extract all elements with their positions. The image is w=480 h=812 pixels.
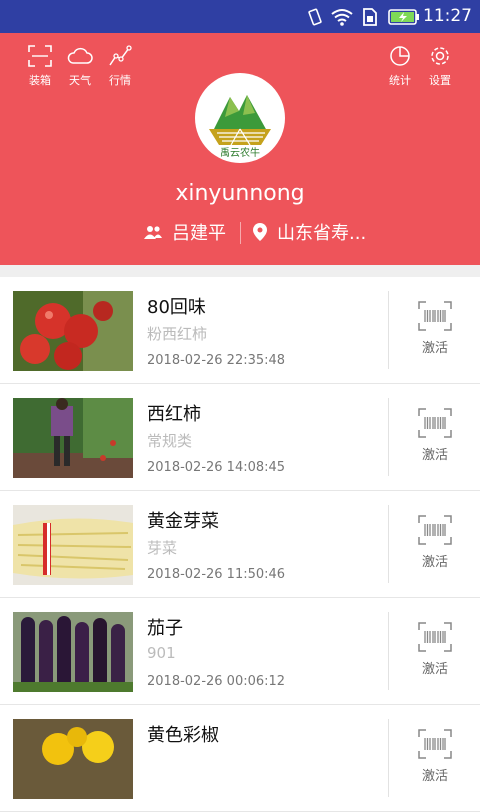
row-divider (388, 505, 389, 583)
scan-frame-icon (28, 45, 52, 67)
barcode-scan-icon (418, 729, 452, 759)
barcode-scan-icon (418, 408, 452, 438)
sim-icon (363, 8, 377, 26)
activate-label: 激活 (421, 448, 448, 463)
username: xinyunnong (175, 181, 305, 206)
activate-label: 激活 (421, 341, 448, 356)
location-pin-icon (253, 223, 267, 241)
meta-divider (240, 222, 241, 244)
weather-label: 天气 (69, 74, 91, 87)
gear-icon (431, 47, 449, 65)
company-logo: 禹云农牛 (195, 73, 285, 163)
pie-chart-icon (390, 46, 410, 66)
market-button[interactable]: 行情 (98, 45, 142, 88)
section-gap (0, 265, 480, 277)
row-divider (388, 612, 389, 690)
product-variety: 901 (147, 644, 176, 662)
trend-icon (109, 45, 132, 66)
product-image-tomato (13, 291, 133, 371)
activate-button[interactable]: 激活 (405, 622, 465, 677)
market-label: 行情 (109, 74, 131, 87)
barcode-scan-icon (418, 622, 452, 652)
activate-label: 激活 (421, 662, 448, 677)
product-name: 茄子 (147, 618, 183, 639)
clock: 11:27 (423, 6, 472, 26)
pack-label: 装箱 (29, 74, 51, 87)
location-text: 山东省寿... (277, 223, 367, 244)
product-name: 黄色彩椒 (147, 725, 219, 746)
owner-name: 吕建平 (172, 223, 226, 244)
product-image-greenhouse (13, 398, 133, 478)
location-info: 山东省寿... (253, 219, 366, 245)
product-image-yellow-pepper (13, 719, 133, 799)
activate-label: 激活 (421, 555, 448, 570)
activate-button[interactable]: 激活 (405, 515, 465, 570)
settings-label: 设置 (429, 74, 451, 87)
cloud-icon (67, 47, 93, 64)
vibrate-icon (308, 8, 322, 26)
barcode-scan-icon (418, 301, 452, 331)
row-divider (388, 398, 389, 476)
settings-button[interactable]: 设置 (418, 45, 462, 88)
people-icon (144, 226, 162, 239)
product-image-sprouts (13, 505, 133, 585)
product-date: 2018-02-26 11:50:46 (147, 567, 286, 582)
list-item[interactable]: 黄金芽菜 芽菜 2018-02-26 11:50:46 激活 (0, 491, 480, 598)
activate-button[interactable]: 激活 (405, 301, 465, 356)
activate-label: 激活 (421, 769, 448, 784)
list-item[interactable]: 黄色彩椒 激活 (0, 705, 480, 812)
row-divider (388, 291, 389, 369)
owner-info: 吕建平 (144, 219, 226, 245)
status-bar: 11:27 (0, 0, 480, 33)
list-item[interactable]: 80回味 粉西红柿 2018-02-26 22:35:48 激活 (0, 277, 480, 384)
logo-text: 禹云农牛 (220, 146, 260, 159)
battery-icon (388, 9, 419, 25)
product-name: 80回味 (147, 297, 206, 318)
weather-button[interactable]: 天气 (58, 45, 102, 88)
wifi-icon (331, 9, 353, 26)
product-name: 西红柿 (147, 404, 201, 425)
product-image-eggplant (13, 612, 133, 692)
product-variety: 常规类 (147, 432, 193, 450)
product-variety: 粉西红柿 (147, 325, 208, 343)
activate-button[interactable]: 激活 (405, 408, 465, 463)
pack-button[interactable]: 装箱 (18, 45, 62, 88)
barcode-scan-icon (418, 515, 452, 545)
product-date: 2018-02-26 22:35:48 (147, 353, 286, 368)
stats-button[interactable]: 统计 (378, 45, 422, 88)
product-list: 80回味 粉西红柿 2018-02-26 22:35:48 激活 西红柿 常规类… (0, 277, 480, 812)
profile-header: 装箱 天气 行情 统计 设置 禹云农牛 xinyunnong 吕建平 山东省寿.… (0, 33, 480, 265)
product-name: 黄金芽菜 (147, 511, 219, 532)
stats-label: 统计 (389, 74, 411, 87)
product-variety: 芽菜 (147, 539, 178, 557)
row-divider (388, 719, 389, 797)
product-date: 2018-02-26 00:06:12 (147, 674, 286, 689)
list-item[interactable]: 茄子 901 2018-02-26 00:06:12 激活 (0, 598, 480, 705)
product-date: 2018-02-26 14:08:45 (147, 460, 286, 475)
activate-button[interactable]: 激活 (405, 729, 465, 784)
list-item[interactable]: 西红柿 常规类 2018-02-26 14:08:45 激活 (0, 384, 480, 491)
